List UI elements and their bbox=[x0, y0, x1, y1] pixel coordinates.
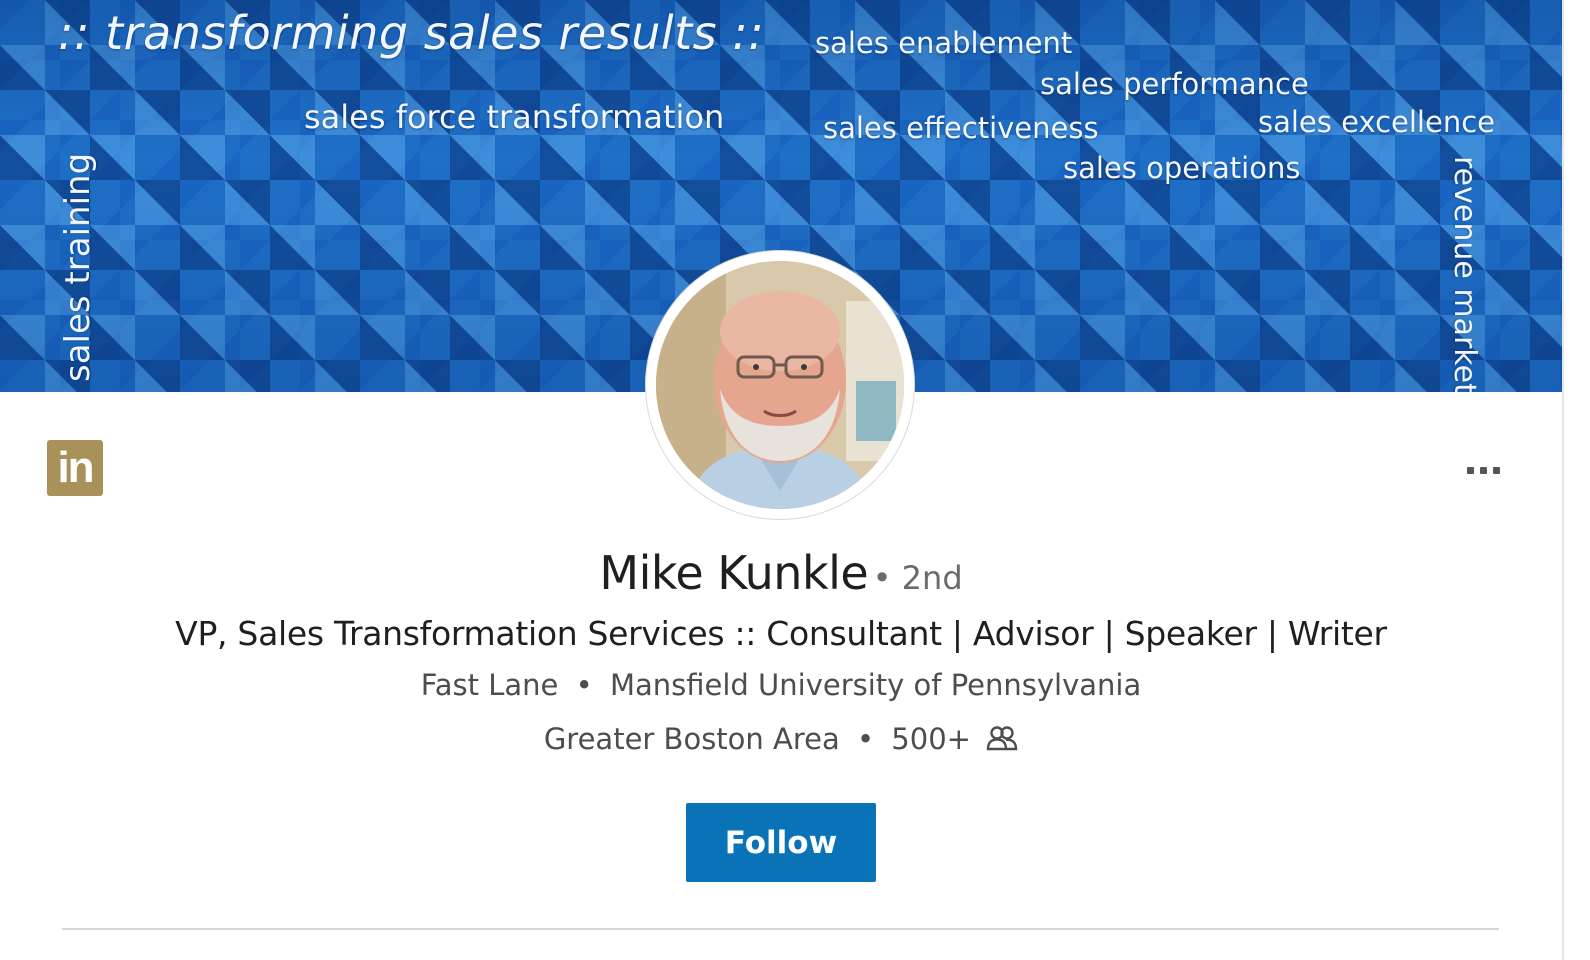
more-dot bbox=[1479, 466, 1487, 474]
company-link[interactable]: Fast Lane bbox=[421, 668, 559, 702]
divider bbox=[62, 928, 1499, 930]
avatar[interactable] bbox=[646, 251, 914, 519]
linkedin-logo-icon: in bbox=[47, 440, 103, 496]
banner-phrase-transformation: sales force transformation bbox=[304, 98, 725, 136]
separator: • bbox=[856, 722, 875, 756]
profile-location-row: Greater Boston Area • 500+ bbox=[0, 722, 1562, 758]
connection-degree: • 2nd bbox=[872, 559, 963, 597]
profile-headline: VP, Sales Transformation Services :: Con… bbox=[175, 614, 1387, 653]
banner-phrase-excellence: sales excellence bbox=[1258, 105, 1495, 139]
profile-org-row: Fast Lane • Mansfield University of Penn… bbox=[0, 668, 1562, 702]
more-dot bbox=[1492, 466, 1500, 474]
connections-count[interactable]: 500+ bbox=[891, 722, 971, 756]
banner-vertical-left: sales training bbox=[58, 152, 98, 382]
people-icon bbox=[986, 724, 1018, 758]
banner-phrase-performance: sales performance bbox=[1040, 67, 1309, 101]
separator: • bbox=[575, 668, 593, 702]
profile-photo bbox=[656, 261, 904, 509]
banner-vertical-right: revenue marketi bbox=[1447, 156, 1482, 392]
profile-card: :: transforming sales results :: sales e… bbox=[0, 0, 1564, 960]
banner-phrase-operations: sales operations bbox=[1063, 151, 1301, 185]
banner-phrase-effectiveness: sales effectiveness bbox=[823, 111, 1099, 145]
follow-button[interactable]: Follow bbox=[686, 803, 876, 882]
banner-headline: :: transforming sales results :: bbox=[58, 6, 765, 60]
location: Greater Boston Area bbox=[543, 722, 840, 756]
profile-name-row: Mike Kunkle • 2nd bbox=[0, 546, 1562, 600]
profile-name: Mike Kunkle bbox=[599, 546, 869, 600]
more-horizontal-icon[interactable] bbox=[1458, 455, 1508, 485]
more-dot bbox=[1466, 466, 1474, 474]
school-link[interactable]: Mansfield University of Pennsylvania bbox=[610, 668, 1141, 702]
banner-phrase-enablement: sales enablement bbox=[815, 26, 1073, 60]
